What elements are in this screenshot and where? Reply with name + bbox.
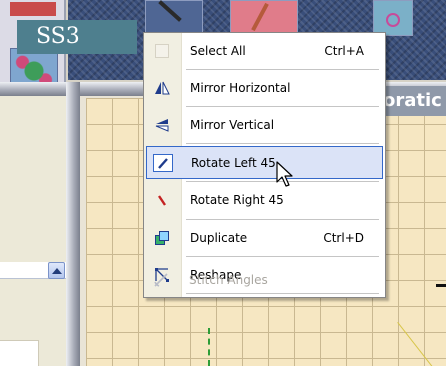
screenshot-step-badge: SS3	[17, 20, 137, 54]
header-title-fragment: oratic	[380, 86, 446, 116]
mirror-horizontal-icon	[152, 79, 172, 97]
pen-icon	[158, 0, 182, 22]
menu-separator	[186, 69, 379, 70]
side-panel	[0, 96, 66, 366]
menu-item-label: Mirror Horizontal	[190, 81, 291, 95]
select-all-icon	[152, 42, 172, 60]
stitch-dashed-line	[208, 328, 210, 366]
duplicate-icon	[152, 229, 172, 247]
chevron-up-icon	[51, 267, 62, 274]
menu-item-select-all[interactable]: Select All Ctrl+A	[146, 35, 383, 68]
menu-separator	[186, 106, 379, 107]
pen-tool-button[interactable]	[145, 0, 203, 36]
menu-item-label: Select All	[190, 44, 246, 58]
menu-item-label: Stitch Angles	[189, 273, 268, 287]
stitch-angles-icon	[151, 271, 171, 289]
menu-item-shortcut: Ctrl+A	[324, 44, 364, 58]
needle-icon	[386, 13, 400, 27]
brush-tool-button[interactable]	[230, 0, 298, 36]
canvas-marker	[436, 284, 446, 287]
menu-item-label: Duplicate	[190, 231, 248, 245]
menu-item-mirror-vertical[interactable]: Mirror Vertical	[146, 109, 383, 142]
side-list-area	[0, 340, 39, 366]
needle-tool-button[interactable]	[373, 0, 413, 36]
rotate-left-icon	[153, 154, 173, 172]
brush-icon	[251, 2, 269, 32]
scroll-up-button[interactable]	[48, 262, 65, 279]
menu-item-label: Mirror Vertical	[190, 118, 275, 132]
context-menu: Select All Ctrl+A Mirror Horizontal Mirr…	[143, 32, 386, 298]
menu-separator	[186, 256, 379, 257]
rotate-right-icon	[152, 191, 172, 209]
menu-separator	[186, 219, 379, 220]
menu-item-rotate-left[interactable]: Rotate Left 45	[146, 146, 383, 179]
app-window: oratic SS3 Select All Ctrl+A Mirror Hori…	[0, 0, 446, 366]
thumbnail-strip	[10, 2, 56, 16]
menu-separator	[186, 143, 379, 144]
menu-item-rotate-right[interactable]: Rotate Right 45	[146, 184, 383, 217]
frame-bar-vertical	[66, 82, 80, 366]
menu-item-label: Rotate Right 45	[190, 193, 284, 207]
menu-item-stitch-angles: Stitch Angles	[145, 264, 382, 297]
menu-item-duplicate[interactable]: Duplicate Ctrl+D	[146, 222, 383, 255]
mirror-vertical-icon	[152, 116, 172, 134]
menu-item-mirror-horizontal[interactable]: Mirror Horizontal	[146, 72, 383, 105]
mouse-pointer-icon	[276, 161, 293, 187]
menu-item-shortcut: Ctrl+D	[323, 231, 364, 245]
menu-item-label: Rotate Left 45	[191, 156, 276, 170]
